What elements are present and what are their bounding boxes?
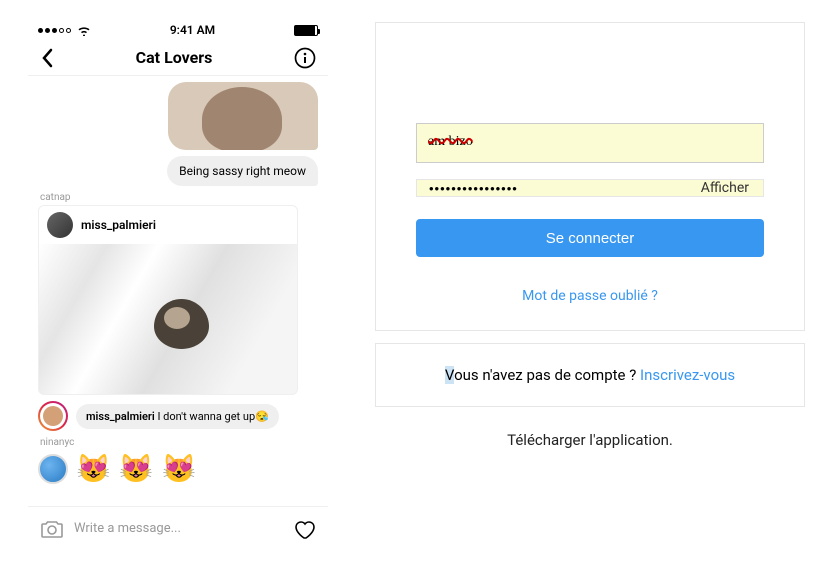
status-left <box>38 25 91 36</box>
avatar <box>47 212 73 238</box>
signup-box: Vous n'avez pas de compte ? Inscrivez-vo… <box>375 343 805 407</box>
password-field-wrap: •••••••••••••••• Afficher <box>416 179 764 197</box>
login-button[interactable]: Se connecter <box>416 219 764 257</box>
message-image[interactable] <box>168 82 318 150</box>
emoji-reactions: 😻 😻 😻 <box>38 452 318 485</box>
caption-text: I don't wanna get up <box>155 410 255 423</box>
show-password-button[interactable]: Afficher <box>687 180 763 196</box>
nav-bar: Cat Lovers <box>28 40 328 76</box>
caption-emoji: 😪 <box>255 410 269 423</box>
avatar[interactable] <box>38 401 68 431</box>
password-field[interactable]: •••••••••••••••• <box>417 181 687 196</box>
login-form: am bizo •••••••••••••••• Afficher Se con… <box>375 22 805 331</box>
caption-row: miss_palmieri I don't wanna get up😪 <box>38 401 318 431</box>
message-input-bar: Write a message... <box>28 506 328 550</box>
caption-bubble: miss_palmieri I don't wanna get up😪 <box>76 404 279 429</box>
sender-label: catnap <box>40 192 318 203</box>
status-time: 9:41 AM <box>170 23 215 37</box>
forgot-password-link[interactable]: Mot de passe oublié ? <box>522 288 658 304</box>
shared-post-card[interactable]: miss_palmieri <box>38 205 298 395</box>
chat-area: Being sassy right meow catnap miss_palmi… <box>28 76 328 506</box>
card-username: miss_palmieri <box>81 218 156 232</box>
forgot-password: Mot de passe oublié ? <box>416 285 764 304</box>
avatar[interactable] <box>38 454 68 484</box>
sender-label: ninanyc <box>40 437 318 448</box>
download-app-label: Télécharger l'application. <box>375 431 805 449</box>
phone-mock: 9:41 AM Cat Lovers Being sassy right meo… <box>28 20 328 550</box>
signup-text: ous n'avez pas de compte ? <box>454 366 640 384</box>
heart-icon[interactable] <box>292 518 316 540</box>
emoji-heart-eyes-cat-icon: 😻 <box>119 452 154 485</box>
back-icon[interactable] <box>40 48 54 68</box>
camera-icon[interactable] <box>40 518 64 540</box>
wifi-icon <box>77 25 91 36</box>
page-title: Cat Lovers <box>136 48 213 67</box>
login-panel: am bizo •••••••••••••••• Afficher Se con… <box>375 22 805 449</box>
message-input[interactable]: Write a message... <box>74 521 282 536</box>
battery-icon <box>294 25 318 36</box>
signup-link[interactable]: Inscrivez-vous <box>640 366 735 384</box>
emoji-heart-eyes-cat-icon: 😻 <box>162 452 197 485</box>
card-image <box>39 244 297 394</box>
signup-text-highlight: V <box>445 366 454 384</box>
message-text[interactable]: Being sassy right meow <box>167 156 318 186</box>
status-bar: 9:41 AM <box>28 20 328 40</box>
card-header: miss_palmieri <box>39 206 297 244</box>
emoji-heart-eyes-cat-icon: 😻 <box>76 452 111 485</box>
username-field-wrap: am bizo <box>416 123 764 163</box>
info-icon[interactable] <box>294 47 316 69</box>
username-value: am bizo <box>428 134 473 150</box>
caption-username: miss_palmieri <box>86 410 155 423</box>
